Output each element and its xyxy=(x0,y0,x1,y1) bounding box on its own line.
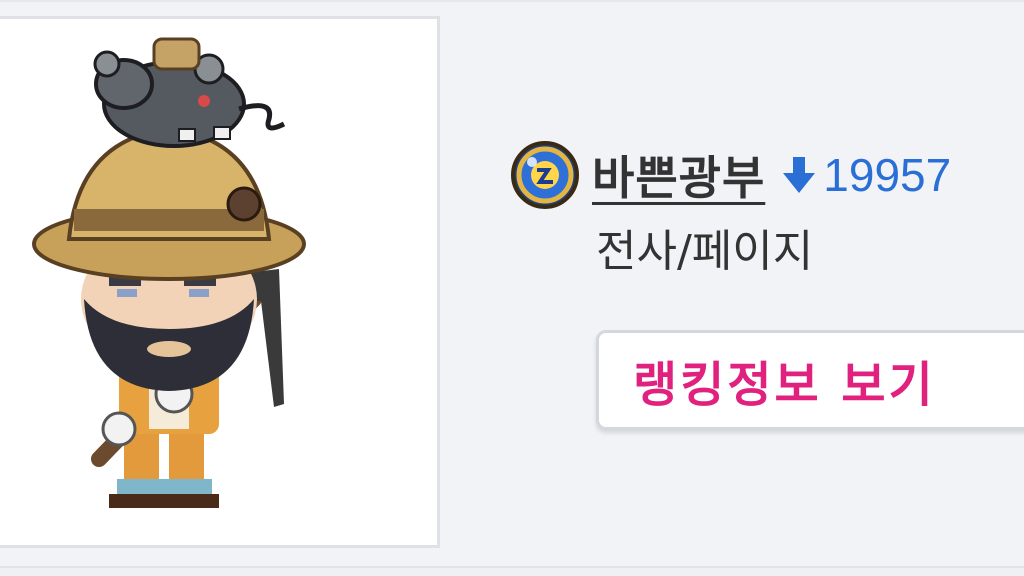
miner-avatar-icon xyxy=(32,37,306,508)
down-arrow-icon xyxy=(783,157,816,193)
view-ranking-button[interactable]: 랭킹정보 보기 xyxy=(596,330,1024,430)
rank-change-value: 19957 xyxy=(823,149,952,201)
guild-emblem-icon xyxy=(511,141,579,209)
rank-change: 19957 xyxy=(781,148,951,202)
character-name-link[interactable]: 바쁜광부 xyxy=(592,142,765,208)
top-divider xyxy=(0,0,1024,2)
character-info-panel: 바쁜광부 19957 전사/페이지 랭킹정보 보기 xyxy=(0,0,1024,576)
avatar-card xyxy=(0,16,440,548)
character-info: 바쁜광부 19957 전사/페이지 랭킹정보 보기 xyxy=(510,140,1024,430)
bottom-divider xyxy=(0,566,1024,576)
name-row: 바쁜광부 19957 xyxy=(510,140,1024,210)
character-job: 전사/페이지 xyxy=(596,226,814,277)
